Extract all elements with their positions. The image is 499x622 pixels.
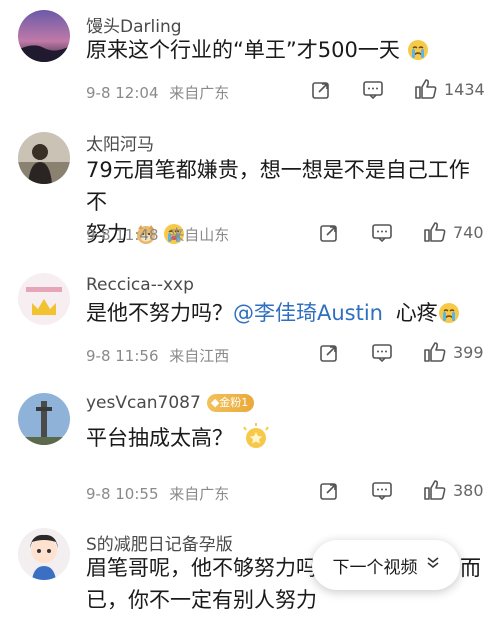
username-text[interactable]: yesVcan7087 (86, 393, 201, 413)
like-button[interactable]: 1434 (414, 78, 485, 100)
comment-text-line: 79元眉笔都嫌贵，想一想是不是自己工作不 (86, 158, 470, 214)
comment-text-tail: 而 (460, 556, 481, 580)
share-button[interactable] (319, 343, 339, 363)
thumbs-up-icon (415, 79, 437, 99)
like-count: 1434 (444, 79, 485, 99)
badge-label: 金粉1 (219, 396, 249, 409)
next-video-label: 下一个视频 (332, 557, 418, 578)
comment-text-body: 眉笔哥呢，他不够努力吗 (86, 556, 317, 580)
like-button[interactable]: 380 (423, 479, 484, 501)
avatar-image (18, 10, 70, 62)
like-count: 399 (453, 342, 484, 362)
thumbs-up-icon (424, 342, 446, 362)
comment-text: 平台抽成太高？ (86, 421, 486, 454)
comment-text-body: 原来这个行业的“单王”才500一天 (86, 38, 400, 62)
share-button[interactable] (319, 481, 339, 501)
comment-meta: 9-8 11:48 来自山东 (86, 224, 229, 245)
avatar-image (18, 393, 70, 445)
avatar[interactable] (18, 393, 70, 445)
timestamp: 9-8 12:04 (86, 84, 159, 102)
reply-button[interactable] (362, 80, 384, 100)
crying-face-icon (407, 40, 428, 60)
gold-badge-sticker-icon (242, 423, 269, 448)
avatar-image (18, 273, 70, 325)
comment-text: 原来这个行业的“单王”才500一天 (86, 34, 486, 66)
reply-button[interactable] (371, 343, 393, 363)
fan-badge[interactable]: ◆金粉1 (206, 394, 255, 412)
thumbs-up-icon (424, 222, 446, 242)
comment-text-body: 平台抽成太高？ (86, 426, 233, 450)
comment-text-body: 是他不努力吗？ (86, 301, 233, 325)
avatar-image (18, 528, 70, 580)
reply-button[interactable] (371, 223, 393, 243)
like-button[interactable]: 740 (423, 221, 484, 243)
comment-text-suffix: 心疼 (395, 301, 438, 325)
timestamp: 9-8 11:48 (86, 226, 159, 244)
crying-face-icon (438, 303, 459, 323)
comment-icon (363, 81, 383, 100)
comment-text: 是他不努力吗？@李佳琦Austin 心疼 (86, 297, 486, 329)
double-chevron-down-icon (426, 556, 440, 574)
avatar[interactable] (18, 10, 70, 62)
username[interactable]: 太阳河马 (86, 130, 154, 155)
thumbs-up-icon (424, 480, 446, 500)
comment-icon (372, 344, 392, 363)
share-icon (312, 82, 329, 99)
location: 来自广东 (169, 485, 230, 503)
location: 来自山东 (169, 226, 230, 244)
share-icon (320, 345, 337, 362)
next-video-button[interactable]: 下一个视频 (312, 540, 460, 590)
reply-button[interactable] (371, 481, 393, 501)
comment-icon (372, 482, 392, 501)
avatar[interactable] (18, 528, 70, 580)
timestamp: 9-8 11:56 (86, 347, 159, 365)
like-count: 380 (453, 480, 484, 500)
like-count: 740 (453, 222, 484, 242)
share-icon (320, 483, 337, 500)
username: yesVcan7087 ◆金粉1 (86, 393, 255, 413)
mention-link[interactable]: @李佳琦Austin (233, 301, 383, 325)
comment-meta: 9-8 11:56 来自江西 (86, 345, 229, 366)
like-button[interactable]: 399 (423, 341, 484, 363)
username[interactable]: Reccica--xxp (86, 275, 194, 295)
timestamp: 9-8 10:55 (86, 485, 159, 503)
location: 来自广东 (169, 84, 230, 102)
avatar[interactable] (18, 273, 70, 325)
avatar-image (18, 132, 70, 184)
comment-meta: 9-8 12:04 来自广东 (86, 82, 229, 103)
avatar[interactable] (18, 132, 70, 184)
comment-icon (372, 224, 392, 243)
share-button[interactable] (311, 80, 331, 100)
share-icon (320, 225, 337, 242)
badge-crown-icon: ◆ (210, 396, 220, 409)
share-button[interactable] (319, 223, 339, 243)
location: 来自江西 (169, 347, 230, 365)
comment-meta: 9-8 10:55 来自广东 (86, 483, 229, 504)
